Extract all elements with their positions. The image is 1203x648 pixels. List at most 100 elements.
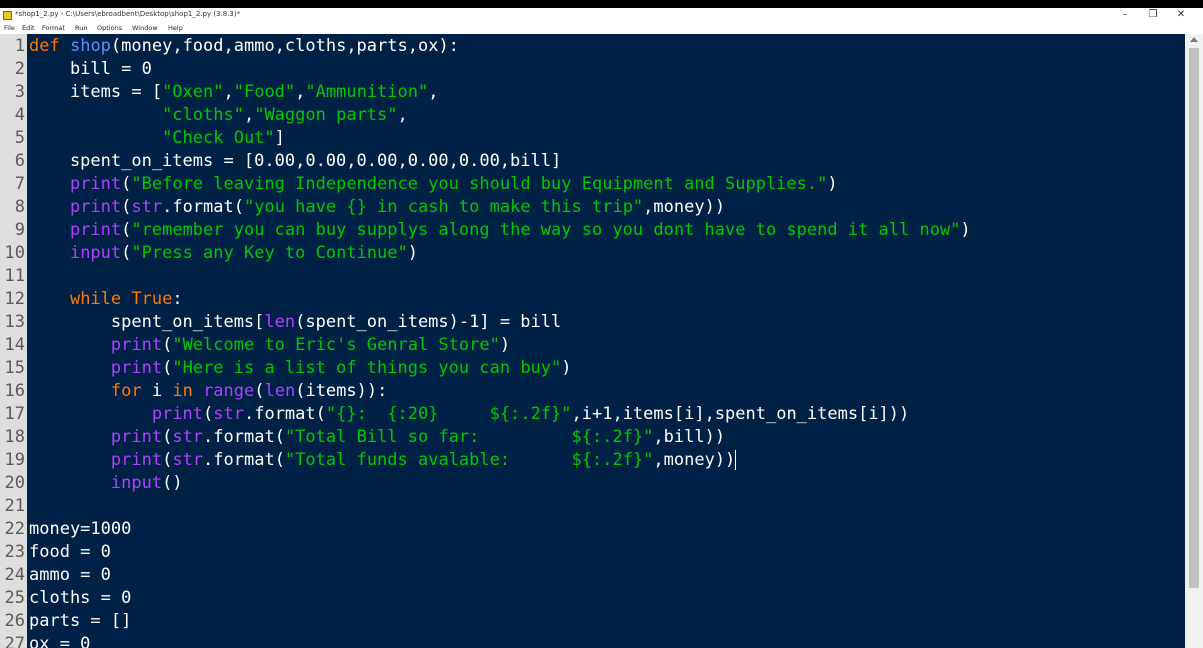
line-number: 19 [4,450,25,470]
code-text[interactable]: food = 0 [27,542,111,562]
menu-format[interactable]: Format [42,24,65,32]
code-line[interactable]: 7 print("Before leaving Independence you… [0,173,1180,196]
window-title: *shop1_2.py - C:\Users\ebroadbent\Deskto… [15,10,241,18]
vertical-scrollbar[interactable] [1185,34,1203,648]
line-number: 10 [4,243,25,263]
code-line[interactable]: 18 print(str.format("Total Bill so far: … [0,426,1180,449]
code-line[interactable]: 26 parts = [] [0,610,1180,633]
scrollbar-thumb[interactable] [1189,48,1199,588]
code-line[interactable]: 19 print(str.format("Total funds avalabl… [0,449,1180,472]
code-line[interactable]: 4 "cloths","Waggon parts", [0,104,1180,127]
code-line[interactable]: 1 def shop(money,food,ammo,cloths,parts,o… [0,35,1180,58]
menu-window[interactable]: Window [132,24,158,32]
code-line[interactable]: 12 while True: [0,288,1180,311]
code-text[interactable]: parts = [] [27,611,131,631]
line-number: 20 [4,473,25,493]
line-number: 1 [14,36,25,56]
line-number: 17 [4,404,25,424]
code-text[interactable]: print(str.format("Total Bill so far: ${:… [27,427,725,447]
code-text[interactable]: ox = 0 [27,634,90,648]
line-number: 13 [4,312,25,332]
menu-file[interactable]: File [4,24,15,32]
code-text[interactable]: def shop(money,food,ammo,cloths,parts,ox… [27,36,459,56]
code-line[interactable]: 8 print(str.format("you have {} in cash … [0,196,1180,219]
code-text[interactable]: spent_on_items = [0.00,0.00,0.00,0.00,0.… [27,151,561,171]
code-line[interactable]: 11 [0,265,1180,288]
line-number: 7 [14,174,25,194]
menu-bar: File Edit Format Run Options Window Help [0,23,1203,34]
code-text[interactable]: print("Here is a list of things you can … [27,358,572,378]
code-text[interactable]: for i in range(len(items)): [27,381,387,401]
line-number: 27 [4,634,25,648]
line-number: 18 [4,427,25,447]
code-text[interactable]: money=1000 [27,519,131,539]
line-number: 11 [4,266,25,286]
line-number: 14 [4,335,25,355]
code-line[interactable]: 27 ox = 0 [0,633,1180,648]
line-number: 12 [4,289,25,309]
close-button[interactable]: ✕ [1167,8,1195,23]
line-number: 4 [14,105,25,125]
line-number: 3 [14,82,25,102]
python-file-icon [3,11,12,20]
code-text[interactable]: cloths = 0 [27,588,131,608]
code-text[interactable]: while True: [27,289,183,309]
line-number: 21 [4,496,25,516]
code-text[interactable]: bill = 0 [27,59,152,79]
line-number: 23 [4,542,25,562]
code-text[interactable] [27,266,29,286]
code-line[interactable]: 24 ammo = 0 [0,564,1180,587]
code-text[interactable]: spent_on_items[len(spent_on_items)-1] = … [27,312,561,332]
code-text[interactable]: input("Press any Key to Continue") [27,243,418,263]
line-number: 15 [4,358,25,378]
line-number: 24 [4,565,25,585]
line-number: 16 [4,381,25,401]
screen-top-strip [0,0,1203,8]
code-text[interactable]: print("remember you can buy supplys alon… [27,220,971,240]
code-text[interactable]: "Check Out"] [27,128,285,148]
code-line[interactable]: 2 bill = 0 [0,58,1180,81]
code-line[interactable]: 20 input() [0,472,1180,495]
code-text[interactable]: print(str.format("{}: {:20} ${:.2f}",i+1… [27,404,909,424]
line-number: 6 [14,151,25,171]
code-text[interactable]: ammo = 0 [27,565,111,585]
code-line[interactable]: 15 print("Here is a list of things you c… [0,357,1180,380]
line-number: 22 [4,519,25,539]
code-text[interactable] [27,496,29,516]
code-line[interactable]: 14 print("Welcome to Eric's Genral Store… [0,334,1180,357]
code-line[interactable]: 25 cloths = 0 [0,587,1180,610]
menu-help[interactable]: Help [168,24,183,32]
code-text[interactable]: print(str.format("Total funds avalable: … [27,450,737,470]
code-text[interactable]: input() [27,473,183,493]
line-number: 2 [14,59,25,79]
code-line[interactable]: 5 "Check Out"] [0,127,1180,150]
code-line[interactable]: 16 for i in range(len(items)): [0,380,1180,403]
code-text[interactable]: print("Welcome to Eric's Genral Store") [27,335,510,355]
title-bar: *shop1_2.py - C:\Users\ebroadbent\Deskto… [0,8,1203,23]
code-text[interactable]: print("Before leaving Independence you s… [27,174,838,194]
code-editor[interactable]: 1 def shop(money,food,ammo,cloths,parts,o… [0,34,1203,648]
line-number: 25 [4,588,25,608]
menu-edit[interactable]: Edit [22,24,35,32]
code-line[interactable]: 13 spent_on_items[len(spent_on_items)-1]… [0,311,1180,334]
code-text[interactable]: "cloths","Waggon parts", [27,105,408,125]
code-line[interactable]: 6 spent_on_items = [0.00,0.00,0.00,0.00,… [0,150,1180,173]
code-line[interactable]: 21 [0,495,1180,518]
code-line[interactable]: 3 items = ["Oxen","Food","Ammunition", [0,81,1180,104]
code-line[interactable]: 17 print(str.format("{}: {:20} ${:.2f}",… [0,403,1180,426]
menu-run[interactable]: Run [75,24,87,32]
text-cursor [735,450,737,470]
code-line[interactable]: 23 food = 0 [0,541,1180,564]
line-number: 9 [14,220,25,240]
scroll-up-arrow-icon[interactable] [1190,37,1198,42]
maximize-button[interactable]: ❐ [1139,8,1167,23]
code-line[interactable]: 10 input("Press any Key to Continue") [0,242,1180,265]
menu-options[interactable]: Options [97,24,122,32]
code-line[interactable]: 9 print("remember you can buy supplys al… [0,219,1180,242]
code-text[interactable]: items = ["Oxen","Food","Ammunition", [27,82,439,102]
code-text[interactable]: print(str.format("you have {} in cash to… [27,197,725,217]
code-line[interactable]: 22 money=1000 [0,518,1180,541]
line-number: 8 [14,197,25,217]
line-number: 26 [4,611,25,631]
minimize-button[interactable]: – [1111,8,1139,23]
